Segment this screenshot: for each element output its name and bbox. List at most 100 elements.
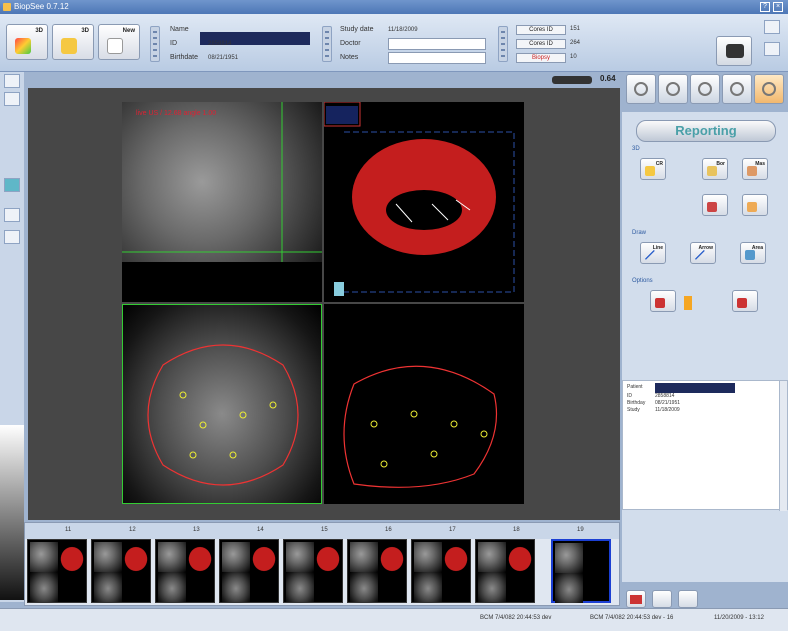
notes-field[interactable]: [388, 52, 486, 64]
new-button[interactable]: New: [98, 24, 140, 60]
report-3d-bor-button[interactable]: Bor: [702, 158, 728, 180]
cores-id-button[interactable]: Cores ID: [516, 25, 566, 35]
report-3d-mas-button[interactable]: Mas: [742, 158, 768, 180]
report-3d-button-5[interactable]: [742, 194, 768, 216]
info-scrollbar[interactable]: [779, 381, 787, 511]
help-button[interactable]: ?: [760, 2, 770, 12]
thumb-us: [414, 542, 442, 572]
thumb-us: [94, 542, 122, 572]
thumbnail-cell[interactable]: [411, 539, 471, 603]
info-birthday-label: Birthday: [627, 400, 646, 406]
study-date-value: 11/18/2009: [388, 27, 418, 33]
thumbnail-cell[interactable]: [219, 539, 279, 603]
thumbnail-cell[interactable]: [347, 539, 407, 603]
counter-value: 10: [570, 54, 577, 60]
target-icon: [666, 82, 680, 96]
report-icon: [747, 202, 757, 212]
settings-icon[interactable]: [652, 590, 672, 608]
thumb-label: 13: [193, 527, 200, 533]
title-bar: BiopSee 0.7.12 ? ×: [0, 0, 788, 14]
thumb-label: 17: [449, 527, 456, 533]
thumbnail-header: 11 12 13 14 15 16 17 18 19: [25, 523, 619, 539]
target-icon[interactable]: [4, 230, 20, 244]
thumb-us: [286, 542, 314, 572]
report-3d-button-4[interactable]: [702, 194, 728, 216]
toolbar-button-3d[interactable]: 3D: [52, 24, 94, 60]
thumb-axial: [350, 572, 378, 602]
camera-button[interactable]: [716, 36, 752, 66]
thumbnail-cell[interactable]: [283, 539, 343, 603]
id-label: ID: [170, 40, 177, 47]
thumb-3d: [442, 544, 470, 574]
notes-label: Notes: [340, 54, 359, 61]
tab-report[interactable]: [754, 74, 784, 104]
patient-panel-grip[interactable]: [150, 26, 160, 62]
thumb-label: 14: [257, 527, 264, 533]
toolbar-button-label: 3D: [35, 28, 43, 34]
color-swatch[interactable]: [684, 296, 692, 310]
thumb-label: 11: [65, 527, 72, 533]
tools-icon[interactable]: [678, 590, 698, 608]
window-title: BiopSee 0.7.12: [14, 2, 69, 11]
status-item: BCM 7/4/082 20:44:53 dev: [480, 615, 552, 621]
thumb-axial: [555, 573, 583, 603]
info-id-label: ID: [627, 393, 632, 399]
thumb-3d: [506, 544, 534, 574]
layout-icon[interactable]: [764, 20, 780, 34]
thumbnail-cell-selected[interactable]: [551, 539, 611, 603]
doctor-field[interactable]: [388, 38, 486, 50]
status-item: BCM 7/4/082 20:44:53 dev - 16: [590, 615, 674, 621]
report-info-box: Patient ID 2858814 Birthday 08/21/1951 S…: [622, 380, 788, 511]
probe-icon: [634, 82, 648, 96]
thumb-label: 16: [385, 527, 392, 533]
option-text-button-2[interactable]: [732, 290, 758, 312]
needle-icon: [698, 82, 712, 96]
app-icon: [3, 3, 11, 11]
thumb-axial: [222, 572, 250, 602]
report-3d-cr-button[interactable]: CR: [640, 158, 666, 180]
thumbnail-cell[interactable]: [91, 539, 151, 603]
biopsy-report-icon[interactable]: [626, 590, 646, 608]
thumbnail-cell[interactable]: [155, 539, 215, 603]
draw-arrow-button[interactable]: Arrow: [690, 242, 716, 264]
option-text-button[interactable]: [650, 290, 676, 312]
study-panel-grip[interactable]: [322, 26, 332, 62]
thumb-3d: [314, 544, 342, 574]
tab-organ[interactable]: [722, 74, 752, 104]
draw-line-button[interactable]: Line: [640, 242, 666, 264]
3d-prostate-view[interactable]: [324, 102, 524, 302]
export-icon[interactable]: [764, 42, 780, 56]
cores-id-button-2[interactable]: Cores ID: [516, 39, 566, 49]
needle-icon[interactable]: [4, 208, 20, 222]
tab-probe[interactable]: [626, 74, 656, 104]
sagittal-us-view[interactable]: live US / 12.68 angle 1.00: [122, 102, 322, 302]
biopsy-button[interactable]: Biopsy: [516, 53, 566, 63]
reporting-panel: Reporting 3D CR Bor Mas Draw Line Arrow …: [622, 112, 788, 582]
folder-icon: [61, 38, 77, 54]
birthdate-value: 08/21/1951: [208, 55, 239, 61]
probe-icon[interactable]: [4, 92, 20, 106]
toolbar-button-label: New: [122, 28, 135, 34]
counter-value: 264: [570, 40, 581, 46]
image-icon[interactable]: [4, 178, 20, 192]
zoom-value: 0.64: [600, 74, 616, 83]
reporting-title: Reporting: [636, 120, 776, 142]
birthdate-label: Birthdate: [170, 54, 199, 61]
axial-contour-view[interactable]: [324, 304, 524, 504]
window-icon[interactable]: [4, 74, 20, 88]
thumbnail-cell[interactable]: [27, 539, 87, 603]
close-button[interactable]: ×: [773, 2, 783, 12]
thumbnail-cell[interactable]: [475, 539, 535, 603]
thumb-us: [555, 543, 583, 573]
tab-needle[interactable]: [690, 74, 720, 104]
arrow-icon: [695, 250, 705, 260]
draw-area-button[interactable]: Area: [740, 242, 766, 264]
status-item: 11/20/2009 - 13:12: [714, 615, 764, 621]
zoom-slider[interactable]: [552, 76, 592, 84]
report-icon: [707, 202, 717, 212]
axial-us-view[interactable]: [122, 304, 322, 504]
counters-panel-grip[interactable]: [498, 26, 508, 62]
tab-target[interactable]: [658, 74, 688, 104]
section-draw-label: Draw: [632, 230, 647, 236]
toolbar-button-3d-colored[interactable]: 3D: [6, 24, 48, 60]
